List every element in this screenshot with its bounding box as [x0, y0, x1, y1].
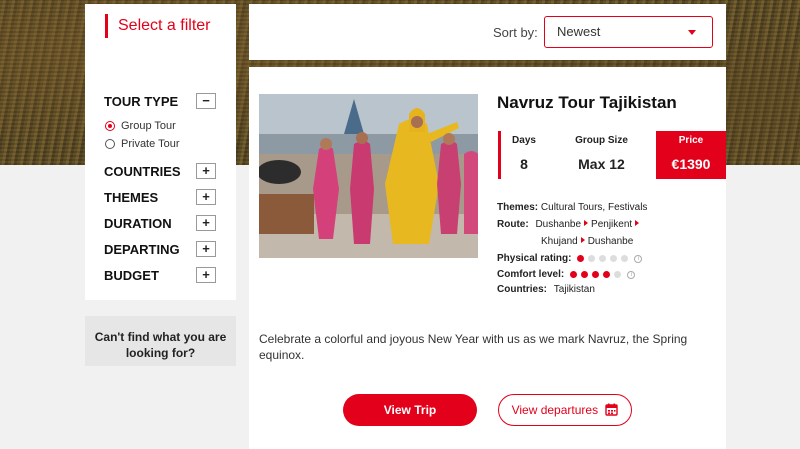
filter-budget[interactable]: BUDGET +: [104, 266, 216, 284]
rating-dot-filled: [603, 271, 611, 278]
stat-group-size: Group Size Max 12: [547, 131, 656, 179]
expand-countries-button[interactable]: +: [196, 163, 216, 179]
view-departures-button[interactable]: View departures: [498, 394, 632, 426]
physical-rating-row: Physical rating: i: [497, 253, 643, 264]
rating-dot-filled: [581, 271, 589, 278]
stat-price-value: €1390: [671, 156, 711, 172]
route-stop: Penjikent: [591, 219, 633, 230]
rating-dot-filled: [570, 271, 578, 278]
sort-selected-value: Newest: [557, 24, 601, 39]
route-label: Route:: [497, 219, 529, 230]
route-row-cont: Khujand Dushanbe: [541, 236, 633, 247]
expand-themes-button[interactable]: +: [196, 189, 216, 205]
route-stop: Dushanbe: [587, 236, 634, 247]
filter-countries-label: COUNTRIES: [104, 163, 181, 179]
sort-bar: Sort by: Newest: [249, 4, 726, 60]
sort-label: Sort by:: [493, 25, 538, 40]
comfort-level-row: Comfort level: i: [497, 269, 636, 280]
trip-stats: Days 8 Group Size Max 12 Price €1390: [498, 131, 726, 179]
stat-price-label: Price: [678, 135, 704, 146]
calendar-icon: [605, 403, 619, 417]
themes-label: Themes:: [497, 202, 539, 213]
expand-budget-button[interactable]: +: [196, 267, 216, 283]
arrow-right-icon: [635, 220, 640, 226]
help-box[interactable]: Can't find what you are looking for?: [85, 316, 236, 366]
radio-private-tour[interactable]: Private Tour: [105, 138, 180, 150]
rating-dot-filled: [592, 271, 600, 278]
physical-rating-dots: [577, 255, 629, 262]
themes-value: Cultural Tours, Festivals: [540, 202, 648, 213]
collapse-tour-type-button[interactable]: −: [196, 93, 216, 109]
route-stop: Khujand: [541, 236, 578, 247]
rating-dot-filled: [577, 255, 585, 262]
radio-icon[interactable]: [105, 139, 115, 149]
festival-photo-illustration: [259, 94, 478, 258]
filter-themes-label: THEMES: [104, 189, 159, 205]
caret-down-icon: [688, 30, 696, 35]
rating-dot-empty: [614, 271, 622, 278]
filter-tour-type[interactable]: TOUR TYPE −: [104, 92, 216, 110]
trip-card: Navruz Tour Tajikistan Days 8 Group Size…: [249, 67, 726, 449]
stat-days: Days 8: [501, 131, 547, 179]
filter-duration-label: DURATION: [104, 215, 172, 231]
filter-title: Select a filter: [105, 14, 225, 38]
countries-row: Countries: Tajikistan: [497, 284, 595, 295]
filter-tour-type-label: TOUR TYPE: [104, 93, 179, 109]
stat-group-value: Max 12: [578, 156, 625, 172]
expand-departing-button[interactable]: +: [196, 241, 216, 257]
stat-group-label: Group Size: [575, 135, 628, 146]
physical-rating-label: Physical rating:: [497, 253, 572, 264]
comfort-level-dots: [570, 271, 622, 278]
countries-label: Countries:: [497, 284, 547, 295]
expand-duration-button[interactable]: +: [196, 215, 216, 231]
rating-dot-empty: [621, 255, 629, 262]
help-text: Can't find what you are looking for?: [94, 330, 227, 360]
countries-value: Tajikistan: [553, 284, 595, 295]
filter-countries[interactable]: COUNTRIES +: [104, 162, 216, 180]
route-row: Route: Dushanbe Penjikent: [497, 219, 642, 230]
rating-dot-empty: [599, 255, 607, 262]
radio-label: Group Tour: [121, 120, 176, 132]
filter-departing-label: DEPARTING: [104, 241, 180, 257]
trip-title[interactable]: Navruz Tour Tajikistan: [497, 93, 677, 113]
filter-budget-label: BUDGET: [104, 267, 159, 283]
stat-days-value: 8: [520, 156, 528, 172]
trip-description: Celebrate a colorful and joyous New Year…: [259, 332, 688, 362]
filter-departing[interactable]: DEPARTING +: [104, 240, 216, 258]
filter-duration[interactable]: DURATION +: [104, 214, 216, 232]
view-departures-label: View departures: [511, 403, 599, 417]
radio-group-tour[interactable]: Group Tour: [105, 120, 176, 132]
radio-label: Private Tour: [121, 138, 180, 150]
view-trip-button[interactable]: View Trip: [343, 394, 477, 426]
rating-dot-empty: [588, 255, 596, 262]
rating-dot-empty: [610, 255, 618, 262]
trip-photo[interactable]: [259, 94, 478, 258]
info-icon[interactable]: i: [627, 270, 636, 279]
themes-row: Themes: Cultural Tours, Festivals: [497, 202, 647, 213]
filter-sidebar: Select a filter TOUR TYPE − Group Tour P…: [85, 4, 236, 300]
radio-icon[interactable]: [105, 121, 115, 131]
info-icon[interactable]: i: [634, 254, 643, 263]
comfort-level-label: Comfort level:: [497, 269, 565, 280]
route-stop: Dushanbe: [535, 219, 582, 230]
sort-select[interactable]: Newest: [544, 16, 713, 48]
stat-price: Price €1390: [656, 131, 726, 179]
stat-days-label: Days: [512, 135, 536, 146]
arrow-right-icon: [580, 237, 585, 243]
filter-themes[interactable]: THEMES +: [104, 188, 216, 206]
arrow-right-icon: [584, 220, 589, 226]
